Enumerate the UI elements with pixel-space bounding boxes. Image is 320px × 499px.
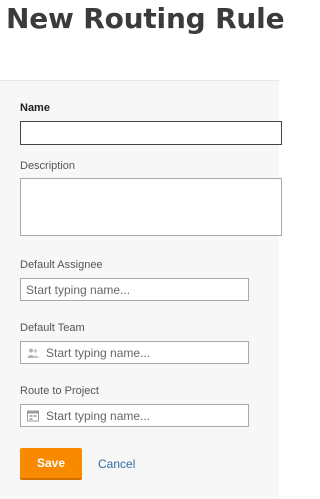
description-label: Description <box>20 160 76 172</box>
default-team-label: Default Team <box>20 322 85 334</box>
save-button[interactable]: Save <box>20 448 82 480</box>
page-title: New Routing Rule <box>6 2 285 35</box>
project-icon <box>27 410 39 422</box>
default-assignee-placeholder: Start typing name... <box>26 283 131 297</box>
name-input[interactable] <box>20 121 282 145</box>
name-label: Name <box>20 102 50 114</box>
cancel-link[interactable]: Cancel <box>98 457 135 471</box>
route-to-project-placeholder: Start typing name... <box>46 409 151 423</box>
route-to-project-input[interactable]: Start typing name... <box>20 404 249 427</box>
page-header: New Routing Rule <box>0 0 285 81</box>
team-icon <box>27 348 39 358</box>
default-assignee-input[interactable]: Start typing name... <box>20 278 249 301</box>
default-team-placeholder: Start typing name... <box>46 346 151 360</box>
default-assignee-label: Default Assignee <box>20 259 103 271</box>
default-team-input[interactable]: Start typing name... <box>20 341 249 364</box>
route-to-project-label: Route to Project <box>20 385 99 397</box>
description-input[interactable] <box>20 178 282 236</box>
